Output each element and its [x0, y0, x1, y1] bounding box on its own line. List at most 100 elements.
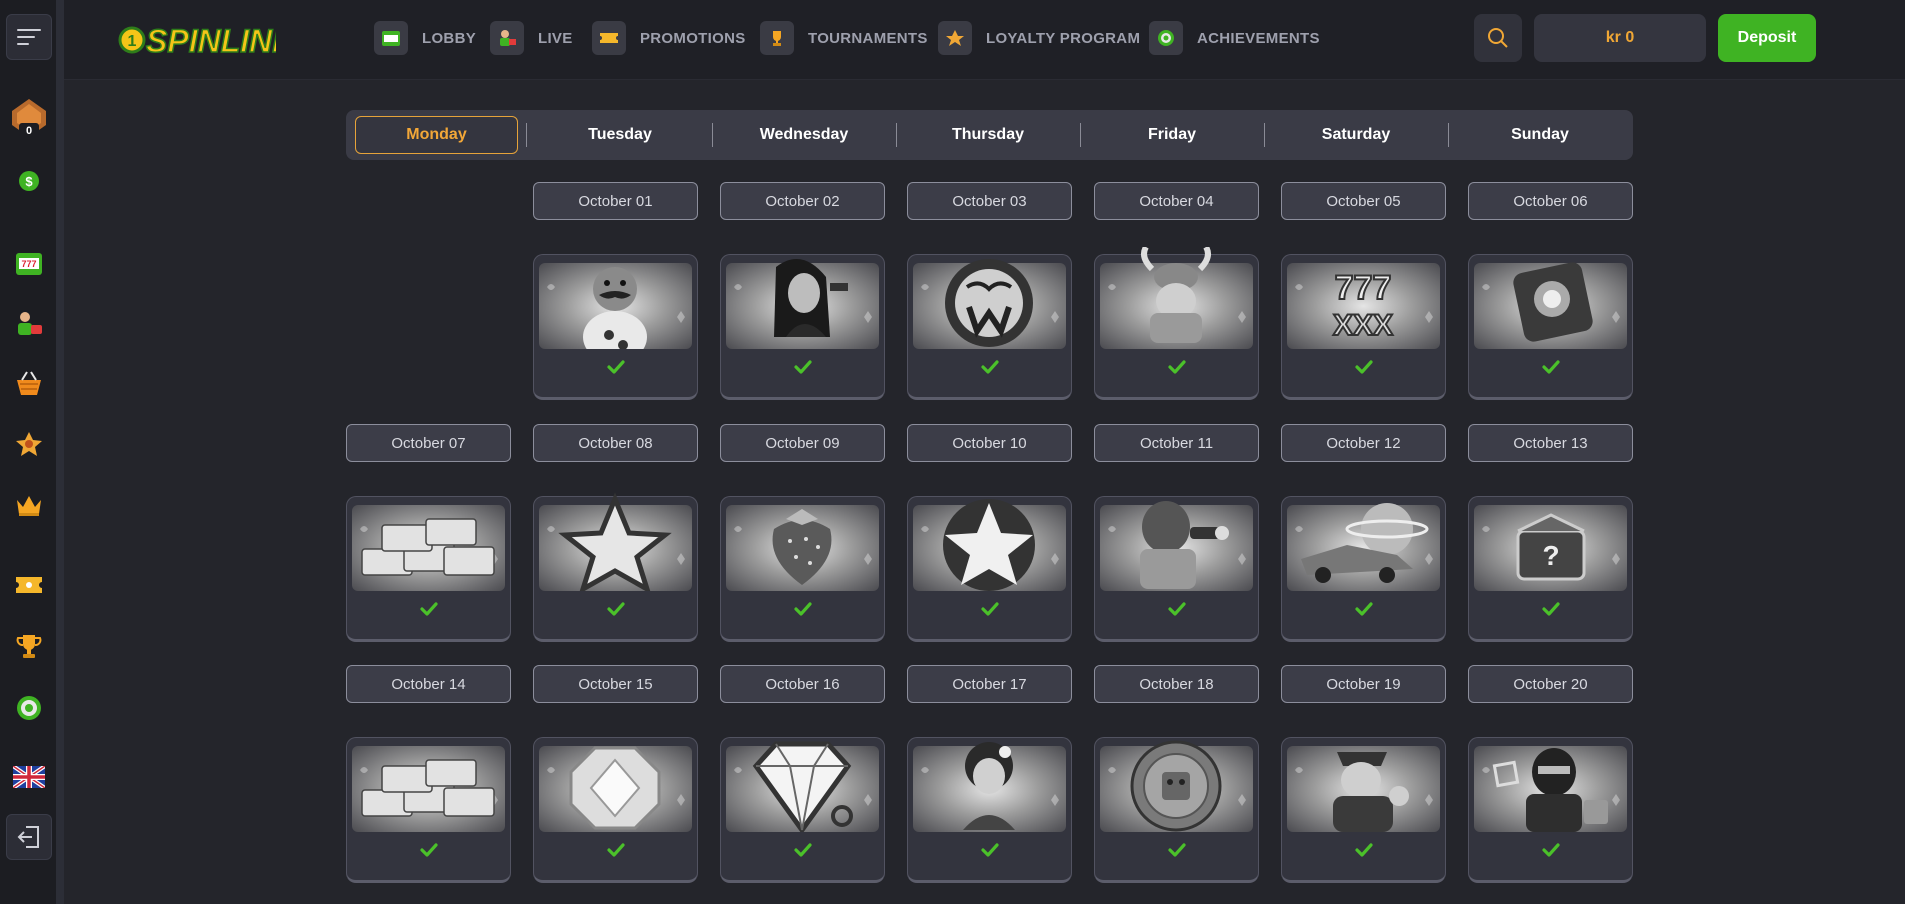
- logo-icon: 1 SPINLINE: [118, 22, 276, 60]
- checkmark-icon: [1095, 842, 1258, 858]
- reward-card[interactable]: [1281, 737, 1446, 883]
- tab-wednesday[interactable]: Wednesday: [714, 116, 894, 154]
- star-image: [539, 492, 692, 591]
- nav-label: LOYALTY PROGRAM: [986, 29, 1141, 47]
- date-label: October 14: [346, 665, 511, 703]
- checkmark-icon: [534, 601, 697, 617]
- checkmark-icon: [1095, 359, 1258, 375]
- sidebar-item-live[interactable]: [6, 300, 52, 346]
- nav-label: TOURNAMENTS: [808, 29, 928, 47]
- sidebar-item-promotions[interactable]: [6, 562, 52, 608]
- loyalty-badge-icon: [16, 432, 42, 456]
- search-button[interactable]: [1474, 14, 1522, 62]
- nav-promotions[interactable]: PROMOTIONS: [592, 19, 746, 57]
- slot-machine-icon: [374, 21, 408, 55]
- divider: [1080, 123, 1081, 147]
- menu-button[interactable]: [6, 14, 52, 60]
- date-label: October 08: [533, 424, 698, 462]
- reward-card[interactable]: [1468, 737, 1633, 883]
- svg-text:1: 1: [128, 33, 137, 50]
- tab-saturday[interactable]: Saturday: [1266, 116, 1446, 154]
- reward-card[interactable]: [907, 496, 1072, 642]
- nav-label: PROMOTIONS: [640, 29, 746, 47]
- police-officer-image: [1287, 746, 1440, 832]
- date-label: October 13: [1468, 424, 1633, 462]
- ticket-icon: [16, 577, 42, 593]
- balance-display[interactable]: kr 0: [1534, 14, 1706, 62]
- sidebar-item-lobby[interactable]: 777: [6, 240, 52, 286]
- nav-lobby[interactable]: LOBBY: [374, 19, 476, 57]
- reward-card[interactable]: [907, 254, 1072, 400]
- ninja-image: [1474, 746, 1627, 832]
- svg-text:777: 777: [1335, 269, 1392, 307]
- diamond-octagon-image: [539, 746, 692, 832]
- reward-card[interactable]: [533, 254, 698, 400]
- strawberry-image: [726, 505, 879, 591]
- level-badge-icon: 0: [12, 99, 46, 137]
- sidebar-item-achievements[interactable]: [6, 685, 52, 731]
- date-label: October 06: [1468, 182, 1633, 220]
- uk-flag-icon: [13, 766, 45, 788]
- reward-card[interactable]: [533, 737, 698, 883]
- coin-icon: $: [19, 171, 39, 191]
- reward-card[interactable]: [720, 737, 885, 883]
- reward-card[interactable]: [1468, 254, 1633, 400]
- logout-button[interactable]: [6, 814, 52, 860]
- reward-card[interactable]: [1094, 247, 1259, 400]
- checkmark-icon: [1469, 359, 1632, 375]
- loyalty-badge-icon: [938, 21, 972, 55]
- tab-tuesday[interactable]: Tuesday: [530, 116, 710, 154]
- spinline-logo[interactable]: 1 SPINLINE: [116, 8, 276, 68]
- date-label: October 09: [720, 424, 885, 462]
- deposit-button[interactable]: Deposit: [1718, 14, 1816, 62]
- reward-card[interactable]: 777 XXX: [1281, 254, 1446, 400]
- date-label: October 19: [1281, 665, 1446, 703]
- divider: [896, 123, 897, 147]
- tab-thursday[interactable]: Thursday: [898, 116, 1078, 154]
- tab-sunday[interactable]: Sunday: [1450, 116, 1630, 154]
- cash-stacks-image: [352, 505, 505, 591]
- reward-card[interactable]: [720, 496, 885, 642]
- checkmark-icon: [908, 601, 1071, 617]
- reward-card[interactable]: [1094, 737, 1259, 883]
- nav-live[interactable]: LIVE: [490, 19, 573, 57]
- mustache-man-image: [539, 263, 692, 349]
- reward-card[interactable]: [1094, 496, 1259, 642]
- svg-text:0: 0: [26, 125, 32, 137]
- level-badge[interactable]: 0: [6, 96, 52, 142]
- trophy-icon: [760, 21, 794, 55]
- divider: [1448, 123, 1449, 147]
- nav-loyalty-program[interactable]: LOYALTY PROGRAM: [938, 19, 1140, 57]
- reward-card[interactable]: [533, 492, 698, 642]
- date-label: October 16: [720, 665, 885, 703]
- checkmark-icon: [721, 842, 884, 858]
- sidebar-item-shop[interactable]: [6, 360, 52, 406]
- sidebar-item-loyalty[interactable]: [6, 421, 52, 467]
- sidebar-item-vip[interactable]: [6, 482, 52, 528]
- checkmark-icon: [347, 601, 510, 617]
- weekday-tabs: Monday Tuesday Wednesday Thursday Friday…: [346, 110, 1633, 160]
- nav-tournaments[interactable]: TOURNAMENTS: [760, 19, 928, 57]
- sidebar-item-tournaments[interactable]: [6, 623, 52, 669]
- ticket-icon: [592, 21, 626, 55]
- reward-card[interactable]: [1281, 496, 1446, 642]
- date-label: October 10: [907, 424, 1072, 462]
- reward-card[interactable]: [346, 496, 511, 642]
- reward-card[interactable]: [720, 254, 885, 400]
- reward-card[interactable]: ?: [1468, 496, 1633, 642]
- logout-icon: [17, 826, 39, 848]
- language-button[interactable]: [6, 754, 52, 800]
- svg-text:?: ?: [1542, 540, 1559, 571]
- reward-card[interactable]: [907, 737, 1072, 883]
- viking-image: [1100, 247, 1253, 349]
- tab-monday[interactable]: Monday: [355, 116, 518, 154]
- date-label: October 04: [1094, 182, 1259, 220]
- star-coin-image: [913, 499, 1066, 591]
- search-icon: [1488, 28, 1508, 48]
- checkmark-icon: [347, 842, 510, 858]
- nav-achievements[interactable]: ACHIEVEMENTS: [1149, 19, 1320, 57]
- reward-card[interactable]: [346, 737, 511, 883]
- tab-friday[interactable]: Friday: [1082, 116, 1262, 154]
- divider: [712, 123, 713, 147]
- sidebar-item-coin[interactable]: $: [6, 158, 52, 204]
